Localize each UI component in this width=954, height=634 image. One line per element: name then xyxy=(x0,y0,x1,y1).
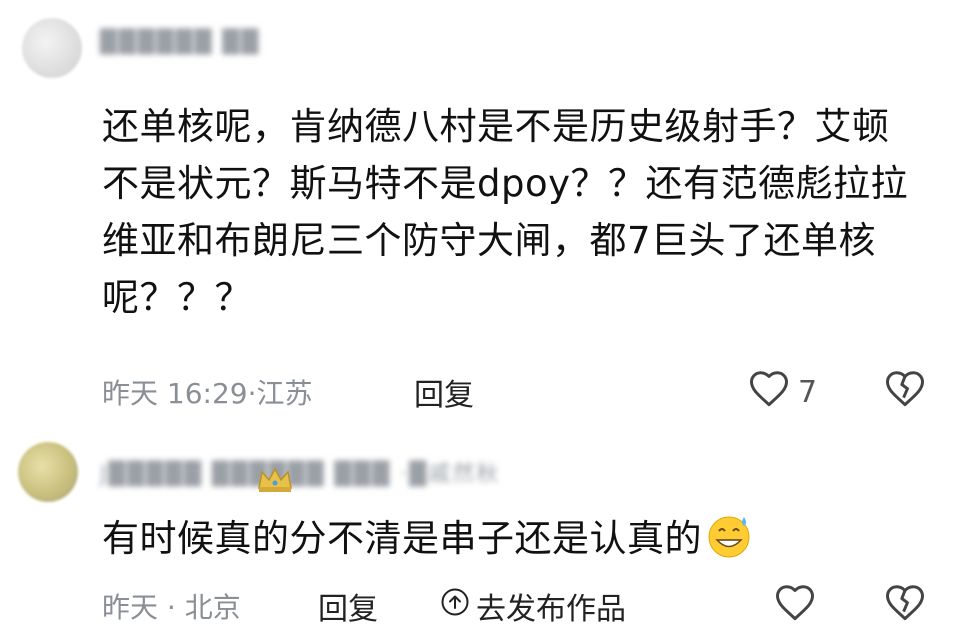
avatar[interactable] xyxy=(18,442,78,502)
comment-time: 昨天 xyxy=(102,591,159,624)
like-button[interactable] xyxy=(774,582,816,630)
avatar[interactable] xyxy=(22,18,82,78)
comment-meta: 昨天 · 北京 xyxy=(102,586,241,626)
comment-text: 还单核呢，肯纳德八村是不是历史级射手？艾顿不是状元？斯马特不是dpoy？？还有范… xyxy=(102,105,909,319)
meta-separator: · xyxy=(247,377,257,410)
comment-text-content: 有时候真的分不清是串子还是认真的 xyxy=(102,517,702,560)
comment-author[interactable]: ██████ ██ xyxy=(100,30,260,56)
meta-separator: · xyxy=(166,591,176,624)
publish-work-button[interactable]: 去发布作品 xyxy=(440,584,626,628)
like-button[interactable]: 7 xyxy=(748,368,817,416)
upload-circle-icon xyxy=(440,587,470,625)
heart-icon xyxy=(748,368,790,416)
comment-time: 昨天 16:29 xyxy=(102,377,248,410)
dislike-button[interactable] xyxy=(884,368,926,412)
like-count: 7 xyxy=(798,374,818,410)
comment-text: 有时候真的分不清是串子还是认真的 xyxy=(102,510,922,567)
heart-icon xyxy=(774,582,816,630)
comment-author[interactable]: J█████ ██████ ███ ·█戚然秋 xyxy=(100,456,500,487)
comment-location: 江苏 xyxy=(256,377,313,410)
broken-heart-icon xyxy=(884,368,926,412)
broken-heart-icon xyxy=(884,582,926,626)
comment-meta: 昨天 16:29·江苏 xyxy=(102,372,313,412)
dislike-button[interactable] xyxy=(884,582,926,626)
crown-badge-icon xyxy=(256,466,294,498)
reply-button[interactable]: 回复 xyxy=(318,584,378,628)
reply-button[interactable]: 回复 xyxy=(414,370,474,414)
publish-work-label: 去发布作品 xyxy=(476,592,626,627)
grinning-sweat-emoji-icon xyxy=(706,513,752,559)
comment-location: 北京 xyxy=(184,591,241,624)
